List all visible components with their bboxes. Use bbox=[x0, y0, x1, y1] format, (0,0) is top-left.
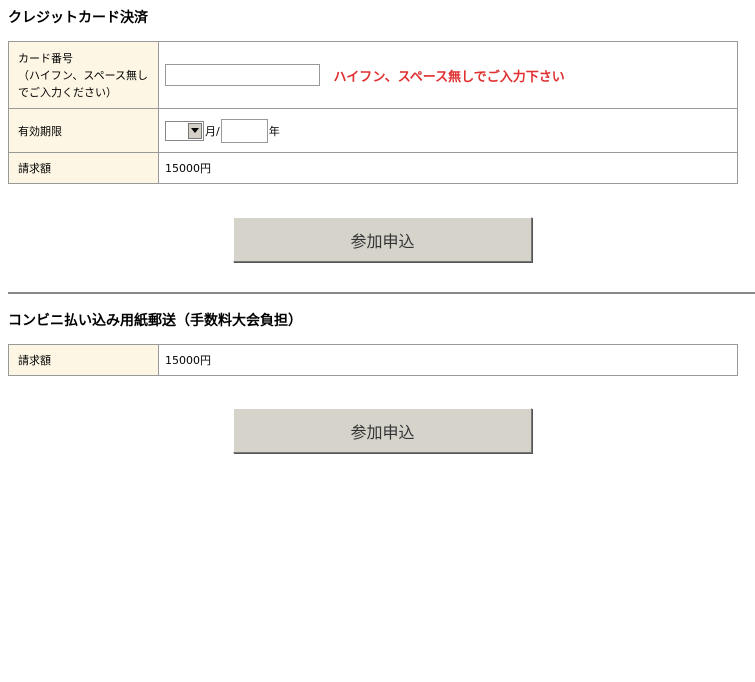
chevron-down-icon[interactable] bbox=[188, 122, 202, 139]
month-unit: 月/ bbox=[205, 124, 220, 138]
card-number-row: カード番号 （ハイフン、スペース無し でご入力ください） ハイフン、スペース無し… bbox=[8, 41, 738, 109]
section-divider bbox=[8, 292, 755, 294]
convenience-amount-row: 請求額 15000円 bbox=[8, 344, 738, 376]
year-input[interactable] bbox=[220, 118, 268, 143]
credit-submit-button[interactable]: 参加申込 bbox=[233, 217, 532, 262]
card-number-label-line-2: （ハイフン、スペース無し bbox=[18, 68, 149, 82]
credit-amount-row: 請求額 15000円 bbox=[8, 152, 738, 184]
convenience-section-title: コンビニ払い込み用紙郵送（手数料大会負担） bbox=[8, 313, 302, 329]
expiry-row: 有効期限 月/年 bbox=[8, 108, 738, 153]
expiry-value-cell: 月/年 bbox=[158, 108, 738, 153]
year-unit: 年 bbox=[268, 124, 280, 138]
convenience-form-table: 請求額 15000円 bbox=[8, 344, 738, 376]
card-number-input[interactable] bbox=[165, 64, 320, 86]
card-number-label-line-1: カード番号 bbox=[18, 51, 73, 65]
month-select[interactable] bbox=[165, 120, 204, 141]
credit-section-title: クレジットカード決済 bbox=[8, 10, 148, 26]
card-number-note: ハイフン、スペース無しでご入力下さい bbox=[333, 69, 565, 85]
card-number-value-cell: ハイフン、スペース無しでご入力下さい bbox=[158, 41, 738, 109]
payment-page: クレジットカード決済 カード番号 （ハイフン、スペース無し でご入力ください） … bbox=[0, 0, 755, 682]
credit-form-table: カード番号 （ハイフン、スペース無し でご入力ください） ハイフン、スペース無し… bbox=[8, 41, 738, 184]
expiry-label: 有効期限 bbox=[8, 108, 159, 153]
convenience-amount-label: 請求額 bbox=[8, 344, 159, 376]
card-number-label-line-3: でご入力ください） bbox=[18, 85, 117, 99]
credit-amount-value: 15000円 bbox=[158, 152, 738, 184]
convenience-amount-value: 15000円 bbox=[158, 344, 738, 376]
credit-amount-label: 請求額 bbox=[8, 152, 159, 184]
card-number-label: カード番号 （ハイフン、スペース無し でご入力ください） bbox=[8, 41, 159, 109]
convenience-submit-button[interactable]: 参加申込 bbox=[233, 408, 532, 453]
